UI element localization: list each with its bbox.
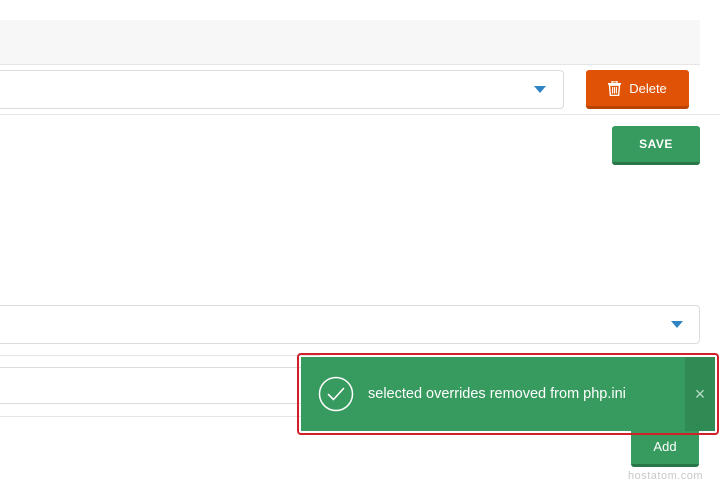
save-button[interactable]: SAVE <box>612 126 700 165</box>
delete-button-label: Delete <box>629 80 667 96</box>
success-toast: selected overrides removed from php.ini … <box>301 357 715 431</box>
toast-close-button[interactable]: × <box>685 357 715 431</box>
divider <box>0 416 320 417</box>
divider <box>0 355 320 356</box>
watermark: hostatom.com <box>628 470 704 482</box>
trash-icon <box>608 80 622 96</box>
page: Delete SAVE Add selected overrides remov… <box>0 0 720 485</box>
toast-message: selected overrides removed from php.ini <box>368 386 626 402</box>
caret-down-icon <box>534 86 546 93</box>
divider <box>0 114 720 115</box>
header-band <box>0 20 700 64</box>
check-circle-icon <box>318 376 354 412</box>
directive-select[interactable] <box>0 305 700 344</box>
caret-down-icon <box>671 321 683 328</box>
override-select[interactable] <box>0 70 564 109</box>
delete-button[interactable]: Delete <box>586 70 689 109</box>
value-input[interactable] <box>0 367 320 404</box>
divider <box>0 64 700 65</box>
